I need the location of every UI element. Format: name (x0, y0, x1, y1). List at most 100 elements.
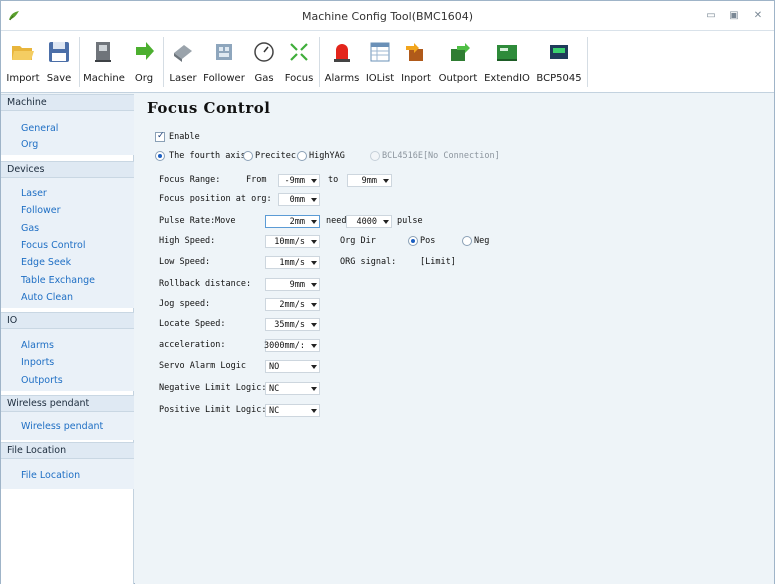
sidebar-item-general[interactable]: General (21, 123, 58, 134)
sidebar-item-follower[interactable]: Follower (21, 205, 61, 216)
sidebar-item-wireless-pendant[interactable]: Wireless pendant (21, 421, 103, 432)
precitec-radio[interactable] (243, 151, 253, 161)
machine-button[interactable]: Machine (81, 31, 127, 93)
focus-range-to-select[interactable]: 9mm (347, 174, 392, 187)
negative-limit-select[interactable]: NC (265, 382, 320, 395)
follower-icon (216, 44, 232, 60)
servo-alarm-select[interactable]: NO (265, 360, 320, 373)
sidebar-section-devices[interactable]: Devices (1, 161, 134, 178)
sidebar-item-edge-seek[interactable]: Edge Seek (21, 257, 71, 268)
focus-control-panel: Focus Control ✓ Enable The fourth axis P… (135, 94, 774, 584)
save-button[interactable]: Save (41, 31, 77, 93)
focus-range-from-select[interactable]: -9mm (278, 174, 320, 187)
table-icon (370, 42, 390, 62)
chevron-down-icon (383, 220, 389, 224)
fourth-axis-radio[interactable] (155, 151, 165, 161)
title-bar: Machine Config Tool(BMC1604) ▭ ▣ ✕ (1, 1, 774, 31)
org-dir-pos-radio[interactable] (408, 236, 418, 246)
sidebar-item-alarms[interactable]: Alarms (21, 340, 54, 351)
precitec-label: Precitec (255, 151, 296, 161)
sidebar-item-outports[interactable]: Outports (21, 375, 63, 386)
focus-range-label: Focus Range: (159, 175, 221, 185)
close-icon[interactable]: ✕ (751, 9, 765, 23)
org-signal-value: [Limit] (420, 257, 456, 267)
chevron-down-icon (311, 323, 317, 327)
outport-button[interactable]: Outport (435, 31, 481, 93)
sidebar-item-org[interactable]: Org (21, 139, 38, 150)
toolbar: Import Save Machine Org Laser Follower G… (1, 31, 774, 93)
sidebar-section-file-location-body: File Location (1, 459, 134, 489)
board-icon (497, 45, 517, 61)
low-speed-select[interactable]: 1mm/s (265, 256, 320, 269)
fourth-axis-label: The fourth axis (169, 151, 246, 161)
locate-speed-select[interactable]: 35mm/s (265, 318, 320, 331)
focus-icon (290, 43, 308, 61)
minimize-icon[interactable]: ▭ (704, 9, 718, 23)
sidebar-section-machine[interactable]: Machine (1, 94, 134, 111)
enable-label: Enable (169, 132, 200, 142)
toolbar-separator (587, 37, 588, 87)
extendio-button[interactable]: ExtendIO (481, 31, 533, 93)
org-dir-neg-radio[interactable] (462, 236, 472, 246)
inport-button[interactable]: Inport (397, 31, 435, 93)
inport-icon (406, 43, 423, 61)
bcp5045-button[interactable]: BCP5045 (533, 31, 585, 93)
toolbar-separator (79, 37, 80, 87)
org-dir-label: Org Dir (340, 236, 376, 246)
org-button[interactable]: Org (127, 31, 161, 93)
sidebar-section-wireless-body: Wireless pendant (1, 412, 134, 440)
jog-speed-select[interactable]: 2mm/s (265, 298, 320, 311)
low-speed-label: Low Speed: (159, 257, 211, 267)
laser-button[interactable]: Laser (165, 31, 201, 93)
pulse-label: pulse (397, 216, 423, 226)
chevron-down-icon (311, 283, 317, 287)
high-speed-select[interactable]: 10mm/s (265, 235, 320, 248)
need-label: need (326, 216, 347, 226)
sidebar-item-gas[interactable]: Gas (21, 223, 39, 234)
arrow-right-icon (136, 42, 154, 60)
chevron-down-icon (311, 409, 317, 413)
sidebar-item-file-location[interactable]: File Location (21, 470, 80, 481)
maximize-icon[interactable]: ▣ (727, 9, 741, 23)
locate-speed-label: Locate Speed: (159, 319, 226, 329)
app-window: Machine Config Tool(BMC1604) ▭ ▣ ✕ Impor… (0, 0, 775, 584)
sidebar-item-auto-clean[interactable]: Auto Clean (21, 292, 73, 303)
positive-limit-select[interactable]: NC (265, 404, 320, 417)
iolist-button[interactable]: IOList (363, 31, 397, 93)
sidebar-section-wireless-pendant[interactable]: Wireless pendant (1, 395, 134, 412)
gas-button[interactable]: Gas (247, 31, 281, 93)
highyag-radio[interactable] (297, 151, 307, 161)
chevron-down-icon (311, 344, 317, 348)
sidebar-item-table-exchange[interactable]: Table Exchange (21, 275, 95, 286)
acceleration-select[interactable]: 3000mm/: (264, 339, 320, 352)
to-label: to (328, 175, 339, 185)
pulse-move-select[interactable]: 2mm (265, 215, 320, 228)
pulse-rate-label: Pulse Rate: (159, 216, 216, 226)
chevron-down-icon (311, 179, 317, 183)
floppy-disk-icon (49, 42, 69, 62)
chevron-down-icon (311, 220, 317, 224)
sidebar-section-io[interactable]: IO (1, 312, 134, 329)
chevron-down-icon (311, 261, 317, 265)
sidebar-item-laser[interactable]: Laser (21, 188, 47, 199)
import-button[interactable]: Import (5, 31, 41, 93)
chip-icon (550, 45, 568, 59)
enable-checkbox[interactable]: ✓ (155, 131, 165, 142)
rollback-label: Rollback distance: (159, 279, 252, 289)
focus-position-select[interactable]: 0mm (278, 193, 320, 206)
sidebar-section-file-location[interactable]: File Location (1, 442, 134, 459)
alarms-button[interactable]: Alarms (321, 31, 363, 93)
toolbar-separator (163, 37, 164, 87)
org-dir-pos-label: Pos (420, 236, 436, 246)
folder-open-icon (12, 46, 34, 60)
window-title: Machine Config Tool(BMC1604) (302, 10, 473, 23)
sidebar-item-inports[interactable]: Inports (21, 357, 54, 368)
rollback-select[interactable]: 9mm (265, 278, 320, 291)
gauge-icon (254, 42, 274, 62)
from-label: From (246, 175, 267, 185)
pulse-need-select[interactable]: 4000 (346, 215, 392, 228)
focus-button[interactable]: Focus (281, 31, 317, 93)
checkmark-icon: ✓ (157, 131, 165, 141)
sidebar-item-focus-control[interactable]: Focus Control (21, 240, 86, 251)
follower-button[interactable]: Follower (201, 31, 247, 93)
